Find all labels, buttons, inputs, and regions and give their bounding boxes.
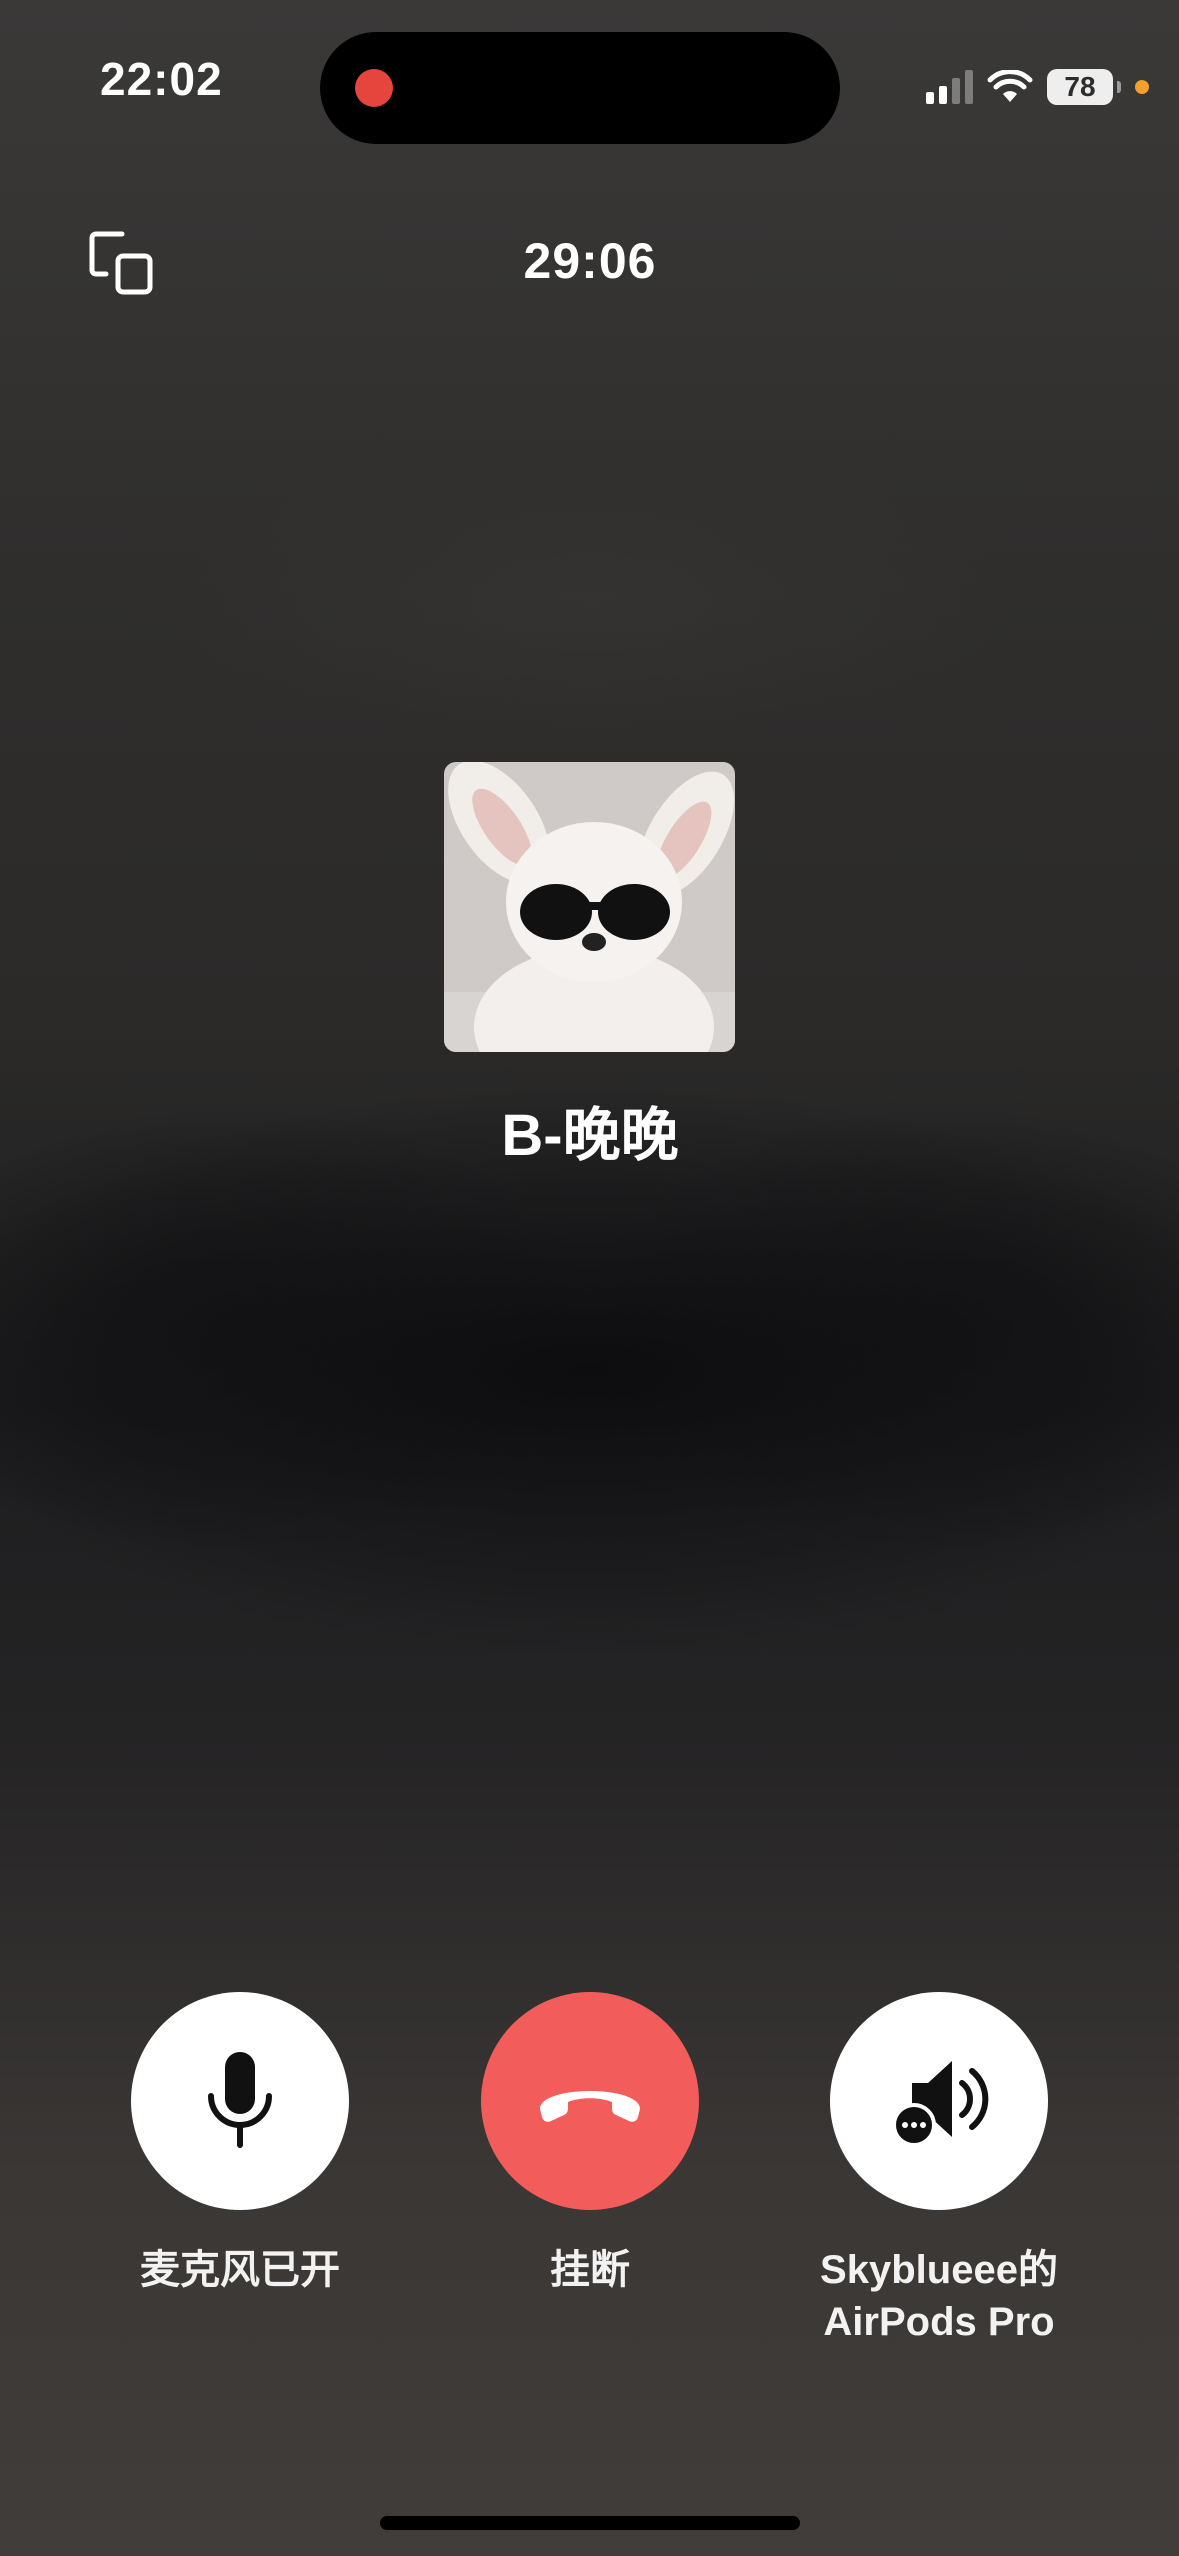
privacy-indicator-dot [1135, 80, 1149, 94]
speaker-airpods-icon [892, 2061, 989, 2147]
status-time: 22:02 [100, 53, 223, 105]
minimize-pip-button[interactable] [84, 226, 158, 300]
audio-route-control: Skyblueee的 AirPods Pro [789, 1992, 1089, 2348]
audio-route-label: Skyblueee的 AirPods Pro [820, 2248, 1058, 2344]
picture-in-picture-icon [89, 231, 153, 295]
mic-control: 麦克风已开 [90, 1992, 390, 2296]
home-indicator[interactable] [380, 2516, 800, 2530]
mic-label: 麦克风已开 [140, 2248, 340, 2292]
hangup-control: 挂断 [440, 1992, 740, 2296]
contact-avatar [444, 762, 735, 1052]
cellular-signal-icon [926, 70, 973, 104]
wifi-icon [987, 70, 1033, 102]
contact-name: B-晚晚 [501, 1103, 679, 1168]
phone-hangup-icon [540, 2091, 640, 2122]
dynamic-island[interactable] [320, 32, 840, 144]
hangup-label: 挂断 [550, 2248, 630, 2292]
audio-route-button[interactable] [830, 1992, 1048, 2210]
battery-indicator: 78 [1047, 69, 1121, 105]
call-duration: 29:06 [523, 233, 657, 289]
voice-call-screen: 22:02 78 29:06 B-晚晚 麦克风已开 挂断 Skyblueee的 … [0, 0, 1179, 2556]
hangup-button[interactable] [481, 1992, 699, 2210]
mic-toggle-button[interactable] [131, 1992, 349, 2210]
status-indicators: 78 [926, 62, 1149, 112]
recording-indicator-icon [355, 69, 393, 107]
microphone-icon [208, 2052, 272, 2148]
